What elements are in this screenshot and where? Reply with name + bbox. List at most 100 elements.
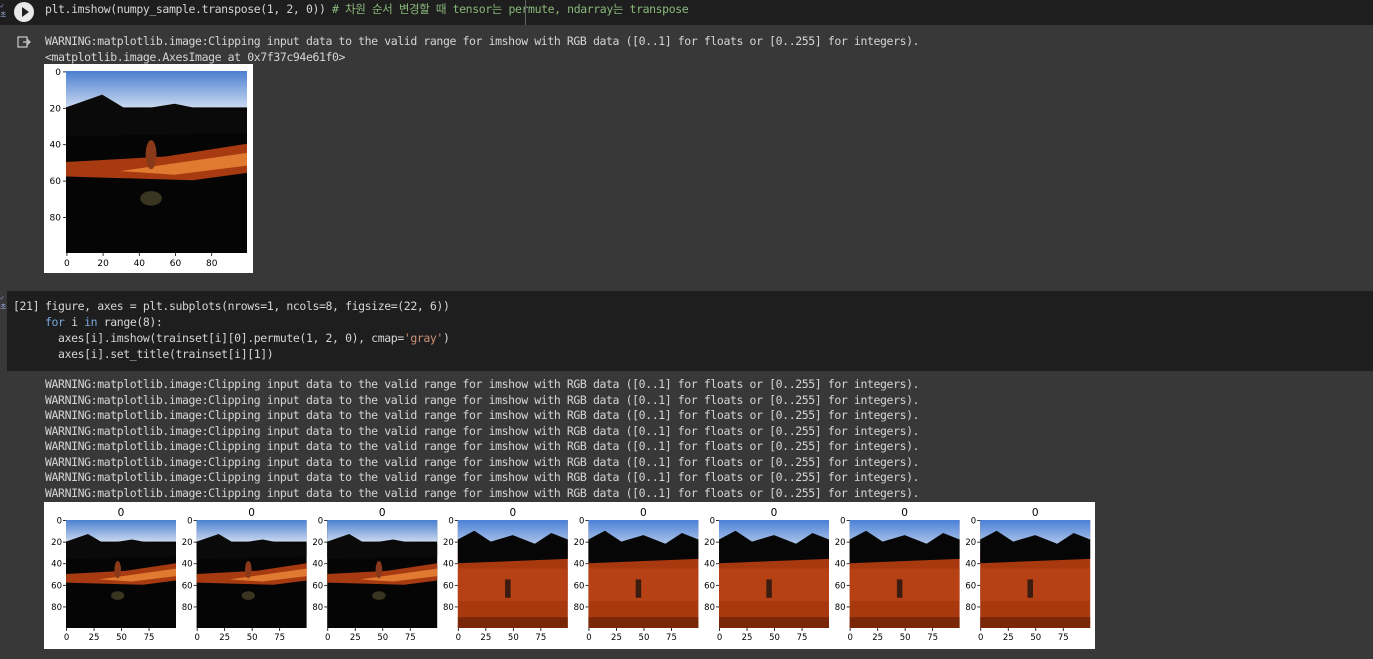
output-icon[interactable] bbox=[17, 36, 31, 48]
x-tick-label: 0 bbox=[717, 633, 722, 643]
subplot-image bbox=[849, 520, 960, 628]
x-tick-label: 20 bbox=[97, 259, 109, 269]
subplot-image bbox=[66, 520, 176, 628]
warning-line: WARNING:matplotlib.image:Clipping input … bbox=[45, 454, 920, 469]
subplot-image bbox=[327, 520, 438, 628]
y-tick-label: 0 bbox=[971, 517, 976, 527]
subplot-image bbox=[980, 520, 1091, 628]
x-tick-label: 50 bbox=[116, 633, 127, 643]
y-tick-label: 40 bbox=[835, 560, 846, 570]
x-tick-label: 25 bbox=[611, 633, 622, 643]
subplot-title: 0 bbox=[118, 507, 125, 519]
x-tick-label: 50 bbox=[900, 633, 911, 643]
subplot-image bbox=[66, 71, 247, 253]
run-cell-button[interactable] bbox=[14, 2, 34, 22]
x-tick-label: 25 bbox=[872, 633, 883, 643]
x-tick-label: 50 bbox=[247, 633, 258, 643]
x-tick-label: 25 bbox=[89, 633, 100, 643]
y-tick-label: 80 bbox=[50, 214, 62, 224]
warning-line: WARNING:matplotlib.image:Clipping input … bbox=[45, 408, 920, 422]
y-tick-label: 20 bbox=[574, 538, 585, 548]
cell-status-mark: ✓ 초 bbox=[0, 2, 7, 19]
subplot-image bbox=[719, 520, 829, 628]
code-cell-1-source[interactable]: plt.imshow(numpy_sample.transpose(1, 2, … bbox=[45, 1, 689, 17]
x-tick-label: 0 bbox=[456, 633, 461, 643]
output-warning-line: WARNING:matplotlib.image:Clipping input … bbox=[45, 34, 920, 48]
warning-line: WARNING:matplotlib.image:Clipping input … bbox=[45, 377, 920, 391]
warning-line: WARNING:matplotlib.image:Clipping input … bbox=[45, 485, 920, 500]
y-tick-label: 0 bbox=[187, 517, 192, 527]
y-tick-label: 40 bbox=[182, 560, 193, 570]
y-tick-label: 40 bbox=[704, 560, 715, 570]
y-tick-label: 20 bbox=[965, 538, 976, 548]
y-tick-label: 80 bbox=[443, 603, 454, 613]
subplot-title: 0 bbox=[1032, 507, 1039, 519]
x-tick-label: 25 bbox=[219, 633, 230, 643]
y-tick-label: 0 bbox=[318, 517, 323, 527]
cell-status-mark: ✓ 초 bbox=[0, 294, 7, 311]
y-tick-label: 60 bbox=[443, 581, 454, 591]
subplots-figure: 0 0 20 40 60 80 0 25 50 75 0 0 20 40 60 80 0 25 50 75 0 0 20 40… bbox=[44, 502, 1095, 649]
code-line: for i in range(8): bbox=[45, 315, 163, 329]
y-tick-label: 60 bbox=[704, 581, 715, 591]
x-tick-label: 0 bbox=[847, 633, 852, 643]
warning-line: WARNING:matplotlib.image:Clipping input … bbox=[45, 439, 920, 453]
x-tick-label: 0 bbox=[64, 633, 69, 643]
cell-1-output: WARNING:matplotlib.image:Clipping input … bbox=[45, 33, 920, 65]
y-tick-label: 60 bbox=[51, 581, 62, 591]
x-tick-label: 50 bbox=[1030, 633, 1041, 643]
warning-line: WARNING:matplotlib.image:Clipping input … bbox=[45, 470, 920, 484]
y-tick-label: 80 bbox=[312, 603, 323, 613]
y-tick-label: 60 bbox=[182, 581, 193, 591]
subplot-image bbox=[457, 520, 568, 628]
code-cell-1[interactable]: plt.imshow(numpy_sample.transpose(1, 2, … bbox=[0, 0, 1373, 25]
y-tick-label: 20 bbox=[443, 538, 454, 548]
y-tick-label: 80 bbox=[835, 603, 846, 613]
y-tick-label: 0 bbox=[579, 517, 584, 527]
y-tick-label: 20 bbox=[704, 538, 715, 548]
x-tick-label: 75 bbox=[927, 633, 938, 643]
y-tick-label: 40 bbox=[50, 141, 62, 151]
x-tick-label: 0 bbox=[978, 633, 983, 643]
subplot-title: 0 bbox=[509, 507, 516, 519]
x-tick-label: 60 bbox=[170, 259, 182, 269]
x-tick-label: 0 bbox=[194, 633, 199, 643]
x-tick-label: 50 bbox=[377, 633, 388, 643]
warning-line: WARNING:matplotlib.image:Clipping input … bbox=[45, 423, 920, 438]
text-cursor bbox=[525, 0, 526, 25]
y-tick-label: 20 bbox=[182, 538, 193, 548]
x-tick-label: 25 bbox=[350, 633, 361, 643]
x-tick-label: 40 bbox=[134, 259, 146, 269]
y-tick-label: 40 bbox=[965, 560, 976, 570]
y-tick-label: 0 bbox=[840, 517, 845, 527]
y-tick-label: 80 bbox=[574, 603, 585, 613]
x-tick-label: 75 bbox=[535, 633, 546, 643]
x-tick-label: 50 bbox=[769, 633, 780, 643]
y-tick-label: 40 bbox=[574, 560, 585, 570]
image-plot: 0 20 40 60 80 0 20 40 60 80 bbox=[44, 64, 253, 273]
subplot-title: 0 bbox=[640, 507, 647, 519]
y-tick-label: 20 bbox=[51, 538, 62, 548]
y-tick-label: 20 bbox=[312, 538, 323, 548]
x-tick-label: 25 bbox=[480, 633, 491, 643]
y-tick-label: 80 bbox=[704, 603, 715, 613]
y-tick-label: 20 bbox=[835, 538, 846, 548]
y-tick-label: 0 bbox=[710, 517, 715, 527]
x-tick-label: 75 bbox=[1058, 633, 1069, 643]
code-line: figure, axes = plt.subplots(nrows=1, nco… bbox=[45, 299, 450, 313]
x-tick-label: 75 bbox=[274, 633, 285, 643]
x-tick-label: 75 bbox=[405, 633, 416, 643]
code-line: axes[i].imshow(trainset[i][0].permute(1,… bbox=[45, 331, 450, 345]
y-tick-label: 60 bbox=[312, 581, 323, 591]
subplot-image bbox=[196, 520, 307, 628]
x-tick-label: 0 bbox=[586, 633, 591, 643]
x-tick-label: 75 bbox=[797, 633, 808, 643]
y-tick-label: 80 bbox=[965, 603, 976, 613]
y-tick-label: 60 bbox=[835, 581, 846, 591]
x-tick-label: 80 bbox=[206, 259, 218, 269]
code-cell-2-source[interactable]: figure, axes = plt.subplots(nrows=1, nco… bbox=[45, 298, 450, 362]
x-tick-label: 0 bbox=[325, 633, 330, 643]
subplot-title: 0 bbox=[248, 507, 255, 519]
y-tick-label: 40 bbox=[312, 560, 323, 570]
y-tick-label: 80 bbox=[51, 603, 62, 613]
